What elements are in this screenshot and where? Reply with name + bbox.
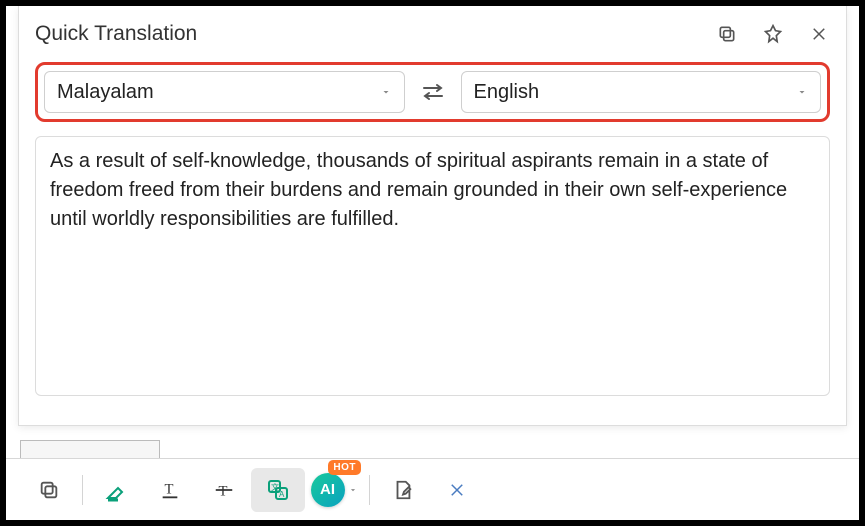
highlight-button[interactable] [89, 468, 143, 512]
floating-toolbar: T T 文 A [6, 458, 859, 520]
bottom-area: T T 文 A [6, 440, 859, 520]
panel-header: Quick Translation [35, 16, 830, 52]
ai-button[interactable]: HOT AI [305, 468, 363, 512]
svg-text:T: T [165, 481, 174, 497]
ai-label: AI [320, 481, 335, 498]
target-language-select[interactable]: English [461, 71, 822, 113]
translation-text: As a result of self-knowledge, thousands… [50, 150, 787, 230]
chevron-down-icon [796, 86, 808, 98]
source-language-select[interactable]: Malayalam [44, 71, 405, 113]
underline-button[interactable]: T [143, 468, 197, 512]
pin-icon[interactable] [762, 23, 784, 45]
target-language-label: English [474, 81, 540, 104]
language-row: Malayalam English [35, 62, 830, 122]
copy-button[interactable] [22, 468, 76, 512]
chevron-down-icon [380, 86, 392, 98]
swap-languages-button[interactable] [415, 74, 451, 110]
strikethrough-button[interactable]: T [197, 468, 251, 512]
divider [369, 475, 370, 505]
svg-text:文: 文 [271, 482, 279, 492]
divider [82, 475, 83, 505]
svg-text:A: A [279, 490, 285, 499]
translation-result[interactable]: As a result of self-knowledge, thousands… [35, 136, 830, 396]
translate-button[interactable]: 文 A [251, 468, 305, 512]
source-language-label: Malayalam [57, 81, 154, 104]
translation-panel: Quick Translation [18, 6, 847, 426]
hot-badge: HOT [328, 460, 361, 475]
svg-text:T: T [219, 483, 228, 499]
chevron-down-icon [348, 485, 358, 495]
edit-page-button[interactable] [376, 468, 430, 512]
close-icon[interactable] [808, 23, 830, 45]
copy-icon[interactable] [716, 23, 738, 45]
close-toolbar-button[interactable] [430, 468, 484, 512]
ai-icon: AI [311, 473, 345, 507]
header-actions [716, 23, 830, 45]
panel-title: Quick Translation [35, 22, 716, 46]
app-window: Quick Translation [0, 0, 865, 526]
